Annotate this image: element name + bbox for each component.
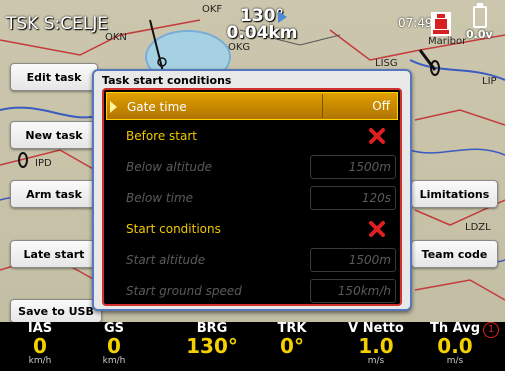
dialog-title: Task start conditions — [102, 74, 232, 87]
infobox-unit: m/s — [446, 356, 464, 366]
alert-badge[interactable]: 1 — [483, 322, 499, 338]
infobox-value: 130° — [186, 334, 238, 358]
team-code-button[interactable]: Team code — [411, 240, 498, 268]
map-label-okf: OKF — [202, 4, 223, 15]
before-start-row[interactable]: Before start — [106, 122, 398, 150]
infobox-unit: km/h — [102, 356, 126, 366]
battery-voltage: 0.0v — [466, 28, 493, 41]
infobox-value: 0.0 — [437, 334, 473, 358]
edit-task-button[interactable]: Edit task — [10, 63, 98, 91]
infobox-unit: m/s — [367, 356, 385, 366]
late-start-button[interactable]: Late start — [10, 240, 98, 268]
map-label-ldzl: LDZL — [465, 222, 491, 233]
toggle-off-x-icon[interactable] — [368, 127, 386, 145]
gate-time-row[interactable]: Gate time Off — [106, 92, 398, 120]
flarm-status-icon[interactable] — [428, 10, 454, 38]
map-label-lip: LIP — [482, 76, 497, 87]
battery-icon — [473, 3, 487, 28]
infobox-th-avg[interactable]: Th Avg 0.0 m/s — [420, 322, 490, 371]
below-altitude-row: Below altitude 1500m — [106, 153, 398, 181]
distance-readout: 0.04km — [226, 23, 298, 43]
infobox-unit: km/h — [28, 356, 52, 366]
below-altitude-label: Below altitude — [126, 160, 212, 174]
start-ground-speed-row: Start ground speed 150km/h — [106, 277, 398, 305]
below-altitude-field: 1500m — [310, 155, 396, 179]
start-altitude-row: Start altitude 1500m — [106, 246, 398, 274]
infobox-brg[interactable]: BRG 130° — [172, 322, 252, 371]
gate-time-label: Gate time — [127, 100, 187, 114]
start-ground-speed-field: 150km/h — [310, 279, 396, 303]
new-task-button[interactable]: New task — [10, 121, 98, 149]
infobox-value: 0 — [33, 334, 47, 358]
infobox-gs[interactable]: GS 0 km/h — [84, 322, 144, 371]
direction-arrow-icon — [278, 11, 287, 23]
map-label-lisg: LISG — [375, 58, 398, 69]
infobox-value: 0° — [280, 334, 304, 358]
settings-list: Gate time Off Before start Below altitud… — [102, 88, 402, 306]
start-altitude-label: Start altitude — [126, 253, 206, 267]
save-to-usb-button[interactable]: Save to USB — [10, 299, 102, 323]
start-altitude-field: 1500m — [310, 248, 396, 272]
infobox-bar: IAS 0 km/h GS 0 km/h BRG 130° TRK 0° V N… — [0, 322, 505, 371]
map-label-ipd: IPD — [35, 158, 52, 169]
before-start-label: Before start — [126, 129, 197, 143]
below-time-field: 120s — [310, 186, 396, 210]
start-ground-speed-label: Start ground speed — [126, 284, 242, 298]
infobox-value: 0 — [107, 334, 121, 358]
infobox-v-netto[interactable]: V Netto 1.0 m/s — [336, 322, 416, 371]
limitations-button[interactable]: Limitations — [411, 180, 498, 208]
task-start-conditions-dialog: Task start conditions Gate time Off Befo… — [92, 69, 412, 311]
start-conditions-row[interactable]: Start conditions — [106, 215, 398, 243]
selection-pointer-icon — [110, 101, 117, 113]
infobox-value: 1.0 — [358, 334, 394, 358]
arm-task-button[interactable]: Arm task — [10, 180, 98, 208]
map-label-okn: OKN — [105, 32, 127, 43]
below-time-row: Below time 120s — [106, 184, 398, 212]
gate-time-value[interactable]: Off — [322, 94, 396, 118]
map-label-okg: OKG — [228, 42, 251, 53]
course-readout: 130° 0.04km — [222, 8, 302, 42]
infobox-ias[interactable]: IAS 0 km/h — [10, 322, 70, 371]
infobox-trk[interactable]: TRK 0° — [262, 322, 322, 371]
start-conditions-label: Start conditions — [126, 222, 221, 236]
toggle-off-x-icon[interactable] — [368, 220, 386, 238]
below-time-label: Below time — [126, 191, 194, 205]
task-title: TSK S:CELJE — [6, 14, 109, 34]
